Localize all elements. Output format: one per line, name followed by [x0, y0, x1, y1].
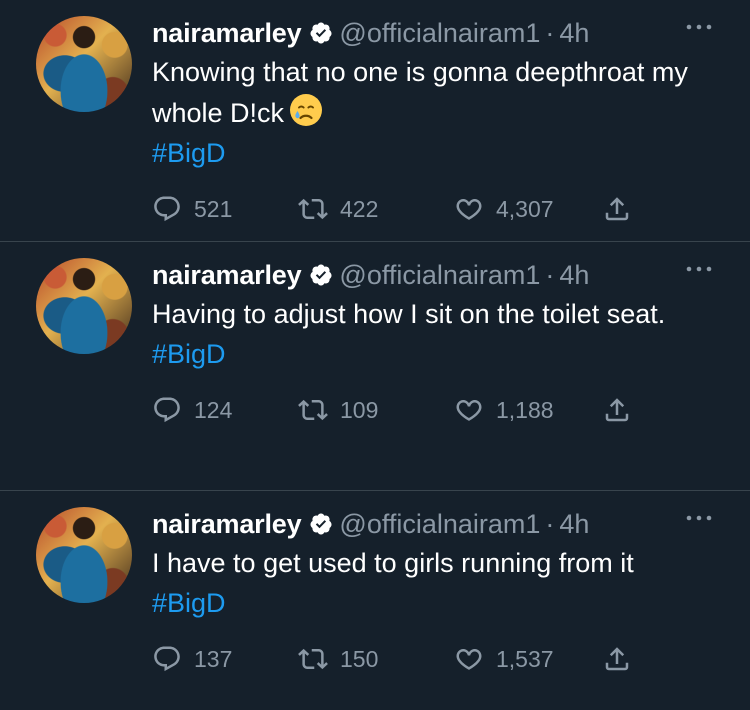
- tweet-header: nairamarley @officialnairam1 · 4h: [152, 258, 734, 292]
- display-name[interactable]: nairamarley: [152, 508, 302, 540]
- more-options-icon[interactable]: [684, 22, 714, 32]
- tweet-header: nairamarley @officialnairam1 · 4h: [152, 16, 734, 50]
- user-handle[interactable]: @officialnairam1: [339, 17, 540, 49]
- reply-icon: [154, 397, 180, 423]
- retweet-button[interactable]: 150: [298, 644, 454, 674]
- timestamp[interactable]: 4h: [559, 17, 589, 49]
- tweet-actions: 124 109 1,188: [152, 394, 734, 426]
- like-heart-icon: [456, 199, 482, 220]
- user-handle[interactable]: @officialnairam1: [339, 508, 540, 540]
- retweet-count: 150: [340, 645, 379, 672]
- tweet[interactable]: nairamarley @officialnairam1 · 4h I have…: [0, 490, 750, 708]
- retweet-count: 422: [340, 195, 379, 222]
- like-button[interactable]: 1,188: [454, 395, 602, 425]
- tweet-content: nairamarley @officialnairam1 · 4h Having…: [152, 258, 734, 490]
- tweet-actions: 521 422 4,307: [152, 193, 734, 225]
- reply-count: 124: [194, 396, 233, 423]
- tweet-text: Having to adjust how I sit on the toilet…: [152, 299, 666, 329]
- tweet-content: nairamarley @officialnairam1 · 4h I have…: [152, 507, 734, 708]
- like-button[interactable]: 1,537: [454, 644, 602, 674]
- tweet[interactable]: nairamarley @officialnairam1 · 4h Knowin…: [0, 0, 750, 241]
- retweet-button[interactable]: 109: [298, 395, 454, 425]
- separator-dot: ·: [545, 18, 555, 48]
- like-heart-icon: [456, 400, 482, 421]
- avatar[interactable]: [36, 16, 132, 112]
- display-name[interactable]: nairamarley: [152, 17, 302, 49]
- like-count: 4,307: [496, 195, 554, 222]
- retweet-icon: [298, 399, 328, 421]
- share-button[interactable]: [602, 194, 632, 224]
- reply-button[interactable]: 124: [152, 395, 298, 425]
- reply-icon: [154, 196, 180, 222]
- share-icon: [605, 398, 629, 422]
- share-icon: [605, 647, 629, 671]
- more-options-icon[interactable]: [684, 513, 714, 523]
- reply-button[interactable]: 521: [152, 194, 298, 224]
- share-button[interactable]: [602, 644, 632, 674]
- tweet-header: nairamarley @officialnairam1 · 4h: [152, 507, 734, 541]
- verified-badge-icon: [310, 513, 332, 535]
- tweet-actions: 137 150 1,537: [152, 643, 734, 675]
- hashtag-link[interactable]: #BigD: [152, 133, 734, 173]
- timestamp[interactable]: 4h: [559, 508, 589, 540]
- reply-count: 521: [194, 195, 233, 222]
- reply-icon: [154, 646, 180, 672]
- avatar[interactable]: [36, 258, 132, 354]
- more-options-icon[interactable]: [684, 264, 714, 274]
- timestamp[interactable]: 4h: [559, 259, 589, 291]
- tweet-feed: nairamarley @officialnairam1 · 4h Knowin…: [0, 0, 750, 710]
- avatar[interactable]: [36, 507, 132, 603]
- hashtag-link[interactable]: #BigD: [152, 334, 734, 374]
- verified-badge-icon: [310, 264, 332, 286]
- hashtag-link[interactable]: #BigD: [152, 583, 734, 623]
- crying-face-emoji: [290, 94, 323, 126]
- share-icon: [605, 197, 629, 221]
- retweet-icon: [298, 648, 328, 670]
- tweet-text-wrap: Knowing that no one is gonna deepthroat …: [152, 52, 734, 133]
- like-count: 1,188: [496, 396, 554, 423]
- share-button[interactable]: [602, 395, 632, 425]
- retweet-count: 109: [340, 396, 379, 423]
- reply-count: 137: [194, 645, 233, 672]
- retweet-button[interactable]: 422: [298, 194, 454, 224]
- like-button[interactable]: 4,307: [454, 194, 602, 224]
- like-count: 1,537: [496, 645, 554, 672]
- like-heart-icon: [456, 649, 482, 670]
- tweet-text: Knowing that no one is gonna deepthroat …: [152, 57, 688, 128]
- verified-badge-icon: [310, 22, 332, 44]
- tweet-content: nairamarley @officialnairam1 · 4h Knowin…: [152, 16, 734, 241]
- retweet-icon: [298, 198, 328, 220]
- separator-dot: ·: [545, 260, 555, 290]
- tweet[interactable]: nairamarley @officialnairam1 · 4h Having…: [0, 241, 750, 490]
- display-name[interactable]: nairamarley: [152, 259, 302, 291]
- separator-dot: ·: [545, 509, 555, 539]
- user-handle[interactable]: @officialnairam1: [339, 259, 540, 291]
- reply-button[interactable]: 137: [152, 644, 298, 674]
- tweet-text: I have to get used to girls running from…: [152, 548, 634, 578]
